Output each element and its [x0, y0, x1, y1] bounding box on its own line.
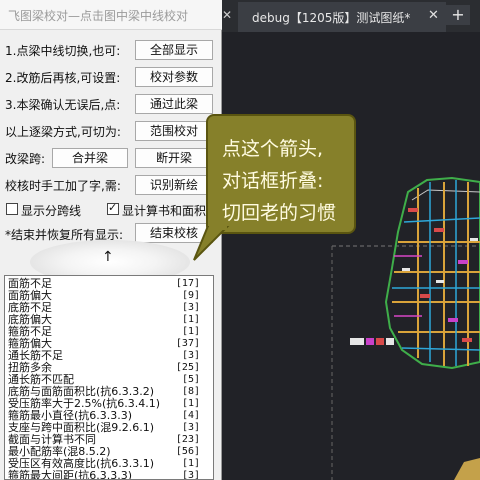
- callout-pointer: [193, 226, 230, 261]
- tab-bar: ✕ debug【1205版】测试图纸* ✕: [222, 0, 480, 32]
- issue-count: [8]: [181, 386, 200, 397]
- issue-row[interactable]: 箍筋最大间距(抗6.3.3.3) [3]: [8, 470, 208, 480]
- tab-close-icon[interactable]: ✕: [428, 8, 439, 23]
- show-calc-area-label: 显计算书和面积: [122, 204, 207, 218]
- issue-list[interactable]: 面筋不足 [17] 面筋偏大 [9] 底筋不足 [3] 底筋偏大 [1] 箍筋不足 [1] 箍筋偏大…: [4, 275, 214, 480]
- callout-line-3: 切回老的习惯: [222, 202, 337, 224]
- modify-span-label: 改梁跨:: [5, 152, 46, 166]
- issue-count: [9]: [181, 290, 200, 301]
- dialog-titlebar[interactable]: 飞图梁校对—点击图中梁中线校对: [0, 0, 222, 30]
- step1-label: 1.点梁中线切换,也可:: [5, 44, 121, 58]
- split-beam-button[interactable]: 断开梁: [135, 148, 213, 168]
- tab-title: debug【1205版】测试图纸*: [252, 11, 411, 25]
- issue-count: [3]: [181, 350, 200, 361]
- collapse-arrow-icon[interactable]: ↑: [102, 249, 114, 265]
- step3-label: 3.本梁确认无误后,点:: [5, 98, 121, 112]
- merge-beam-button[interactable]: 合并梁: [52, 148, 128, 168]
- show-calc-area-checkbox[interactable]: [107, 201, 119, 215]
- beam-check-dialog: 飞图梁校对—点击图中梁中线校对 1.点梁中线切换,也可: 全部显示 2.改筋后再…: [0, 0, 222, 480]
- recognize-new-button[interactable]: 识别新绘: [135, 175, 213, 195]
- show-span-lines-label: 显示分跨线: [21, 204, 82, 218]
- new-tab-button[interactable]: +: [446, 5, 470, 25]
- issue-count: [23]: [175, 434, 200, 445]
- issue-count: [5]: [181, 374, 200, 385]
- issue-count: [1]: [181, 326, 200, 337]
- hint-callout: 点这个箭头, 对话框折叠: 切回老的习惯: [206, 114, 356, 234]
- show-all-button[interactable]: 全部显示: [135, 40, 213, 60]
- issue-count: [1]: [181, 398, 200, 409]
- cad-canvas[interactable]: [222, 32, 480, 480]
- issue-count: [37]: [175, 338, 200, 349]
- prev-tab-close-icon[interactable]: ✕: [222, 8, 232, 22]
- check-params-button[interactable]: 校对参数: [135, 67, 213, 87]
- issue-count: [17]: [175, 278, 200, 289]
- pass-beam-button[interactable]: 通过此梁: [135, 94, 213, 114]
- dialog-title: 飞图梁校对—点击图中梁中线校对: [8, 9, 189, 23]
- callout-line-1: 点这个箭头,: [222, 138, 324, 160]
- issue-count: [1]: [181, 458, 200, 469]
- step2-label: 2.改筋后再核,可设置:: [5, 71, 121, 85]
- issue-count: [3]: [181, 470, 200, 480]
- issue-count: [3]: [181, 422, 200, 433]
- cad-drawing: [331, 176, 480, 480]
- mode-label: 以上逐梁方式,可切为:: [5, 125, 121, 139]
- issue-count: [56]: [175, 446, 200, 457]
- tab-debug-drawing[interactable]: debug【1205版】测试图纸* ✕: [238, 2, 446, 32]
- issue-count: [3]: [181, 302, 200, 313]
- issue-count: [4]: [181, 410, 200, 421]
- issue-label: 箍筋最大间距(抗6.3.3.3): [8, 469, 133, 480]
- show-span-lines-checkbox[interactable]: [6, 203, 18, 215]
- issue-count: [25]: [175, 362, 200, 373]
- range-check-button[interactable]: 范围校对: [135, 121, 213, 141]
- issue-count: [1]: [181, 314, 200, 325]
- callout-line-2: 对话框折叠:: [222, 170, 324, 192]
- manual-text-label: 校核时手工加了字,需:: [5, 179, 121, 193]
